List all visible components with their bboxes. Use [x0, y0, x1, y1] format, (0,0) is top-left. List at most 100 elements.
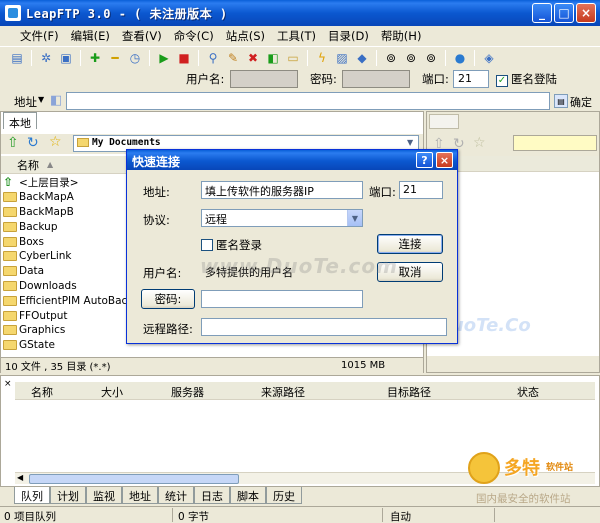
minimize-button[interactable]: _ — [532, 3, 552, 23]
list-item[interactable]: Backup — [3, 219, 127, 234]
list-item[interactable]: GState — [3, 338, 127, 353]
add-icon[interactable]: ✚ — [86, 49, 104, 67]
list-item[interactable]: BackMapB — [3, 205, 127, 220]
tab-monitor[interactable]: 监视 — [86, 487, 122, 504]
anonymous-label: 匿名登陆 — [511, 72, 557, 86]
dialog-protocol-select[interactable]: 远程 ▼ — [201, 209, 363, 227]
menu-help[interactable]: 帮助(H) — [375, 28, 428, 44]
list-item[interactable]: Graphics — [3, 323, 127, 338]
address-dropdown-icon[interactable]: ▼ — [38, 95, 44, 104]
clock-icon[interactable]: ◷ — [126, 49, 144, 67]
edit-icon[interactable]: ✎ — [224, 49, 242, 67]
menu-file[interactable]: 文件(F) — [14, 28, 65, 44]
queue-col-status[interactable]: 状态 — [517, 384, 539, 400]
dialog-port-input[interactable]: 21 — [399, 181, 443, 199]
tab-local[interactable]: 本地 — [3, 112, 37, 130]
remote-tab[interactable] — [429, 114, 459, 129]
settings-icon[interactable]: ✲ — [37, 49, 55, 67]
folder-icon[interactable]: ▭ — [284, 49, 302, 67]
rename-icon[interactable]: ◧ — [264, 49, 282, 67]
dialog-close-button[interactable]: × — [436, 152, 453, 168]
dialog-address-input[interactable]: 填上传软件的服务器IP — [201, 181, 363, 199]
dialog-remote-path-input[interactable] — [201, 318, 447, 336]
menu-directory[interactable]: 目录(D) — [322, 28, 375, 44]
connect-button[interactable]: 连接 — [377, 234, 443, 254]
scroll-left-icon[interactable]: ◀ — [17, 473, 23, 482]
dialog-anonymous-label: 匿名登录 — [216, 238, 262, 252]
address-label: 地址 — [14, 95, 37, 109]
binoculars-icon[interactable]: ⊚ — [382, 49, 400, 67]
close-button[interactable]: × — [576, 3, 596, 23]
dialog-help-button[interactable]: ? — [416, 152, 433, 168]
chevron-down-icon[interactable]: ▼ — [347, 210, 362, 226]
local-path-dropdown-icon[interactable]: ▼ — [407, 138, 413, 147]
folder-icon — [3, 266, 17, 277]
tab-log[interactable]: 日志 — [194, 487, 230, 504]
go-button[interactable]: 确定 — [570, 94, 592, 110]
list-item[interactable]: CyberLink — [3, 249, 127, 264]
binoculars-prev-icon[interactable]: ⊚ — [422, 49, 440, 67]
password-field[interactable] — [342, 70, 410, 88]
diamond-icon[interactable]: ◆ — [353, 49, 371, 67]
queue-col-source[interactable]: 来源路径 — [261, 384, 305, 400]
local-file-list: ⇧ <上层目录> BackMapA BackMapB Backup Boxs Cy… — [3, 175, 146, 353]
list-item[interactable]: Data — [3, 264, 127, 279]
up-folder-icon[interactable]: ⇧ — [7, 135, 19, 151]
list-item[interactable]: Boxs — [3, 234, 127, 249]
image-icon[interactable]: ▨ — [333, 49, 351, 67]
scroll-thumb[interactable] — [29, 474, 239, 484]
lightning-icon[interactable]: ϟ — [313, 49, 331, 67]
site-manager-icon[interactable]: ▤ — [8, 49, 26, 67]
menu-view[interactable]: 查看(V) — [116, 28, 168, 44]
remote-path-combo[interactable] — [513, 135, 597, 151]
binoculars-next-icon[interactable]: ⊚ — [402, 49, 420, 67]
tab-schedule[interactable]: 计划 — [50, 487, 86, 504]
window-icon[interactable]: ▣ — [57, 49, 75, 67]
menu-site[interactable]: 站点(S) — [220, 28, 271, 44]
queue-col-size[interactable]: 大小 — [101, 384, 123, 400]
play-icon[interactable]: ▶ — [155, 49, 173, 67]
delete-icon[interactable]: ✖ — [244, 49, 262, 67]
anonymous-checkbox[interactable]: ✓ — [496, 73, 508, 87]
favorites-icon[interactable]: ☆ — [49, 134, 62, 150]
connect-icon[interactable]: ◈ — [480, 49, 498, 67]
remove-icon[interactable]: ━ — [106, 49, 124, 67]
port-field[interactable]: 21 — [453, 70, 489, 88]
maximize-button[interactable]: □ — [554, 3, 574, 23]
user-field[interactable] — [230, 70, 298, 88]
list-item[interactable]: FFOutput — [3, 308, 127, 323]
brand-name: 多特 — [504, 458, 540, 479]
dialog-anonymous-checkbox[interactable]: 匿名登录 — [201, 237, 262, 253]
tab-queue[interactable]: 队列 — [14, 487, 50, 504]
queue-col-server[interactable]: 服务器 — [171, 384, 204, 400]
menu-edit[interactable]: 编辑(E) — [65, 28, 116, 44]
list-item[interactable]: Downloads — [3, 279, 127, 294]
menu-command[interactable]: 命令(C) — [168, 28, 220, 44]
menu-tools[interactable]: 工具(T) — [271, 28, 322, 44]
globe-icon[interactable]: ● — [451, 49, 469, 67]
list-item[interactable]: ⇧ <上层目录> — [3, 175, 127, 190]
queue-col-name[interactable]: 名称 — [31, 384, 53, 400]
tab-history[interactable]: 历史 — [266, 487, 302, 504]
address-input[interactable] — [66, 92, 550, 110]
queue-col-target[interactable]: 目标路径 — [387, 384, 431, 400]
tab-stats[interactable]: 统计 — [158, 487, 194, 504]
queue-close-icon[interactable]: × — [4, 379, 12, 389]
list-item[interactable]: EfficientPIM AutoBackup — [3, 293, 146, 308]
tab-address[interactable]: 地址 — [122, 487, 158, 504]
list-item[interactable]: BackMapA — [3, 190, 127, 205]
toolbar: ▤ ✲ ▣ ✚ ━ ◷ ▶ ■ ⚲ ✎ ✖ ◧ ▭ ϟ ▨ ◆ ⊚ ⊚ ⊚ ● … — [0, 46, 600, 68]
column-name[interactable]: 名称 — [1, 157, 39, 173]
remote-favorites-icon[interactable]: ☆ — [473, 135, 486, 151]
stop-icon[interactable]: ■ — [175, 49, 193, 67]
folder-icon — [3, 236, 17, 247]
folder-icon — [3, 221, 17, 232]
search-icon[interactable]: ⚲ — [204, 49, 222, 67]
queue-column-header[interactable]: 名称 大小 服务器 来源路径 目标路径 状态 — [15, 382, 595, 400]
password-button[interactable]: 密码: — [141, 289, 195, 309]
tab-script[interactable]: 脚本 — [230, 487, 266, 504]
checkbox-box[interactable] — [201, 239, 213, 251]
go-icon[interactable]: ▤ — [554, 94, 568, 108]
dialog-password-input[interactable] — [201, 290, 363, 308]
refresh-icon[interactable]: ↻ — [27, 135, 39, 151]
